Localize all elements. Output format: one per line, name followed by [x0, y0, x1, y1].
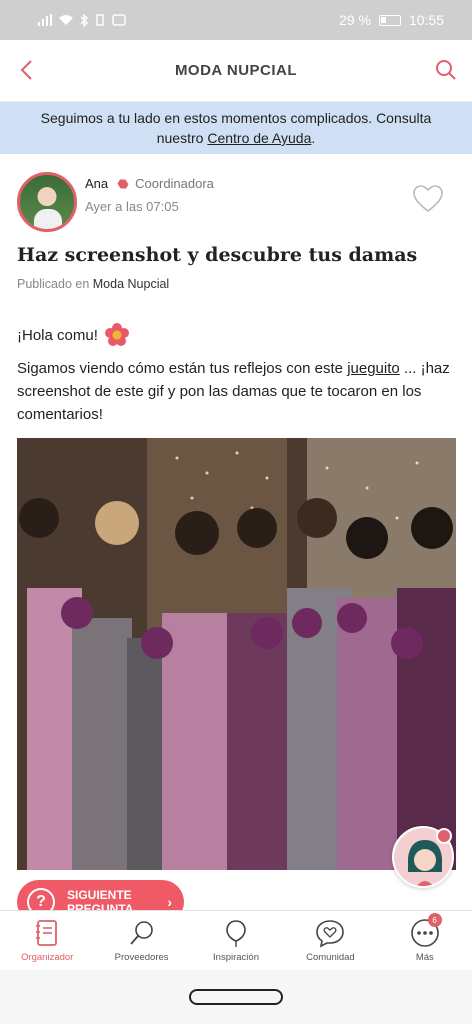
body-text: Sigamos viendo cómo están tus reflejos c…: [17, 360, 348, 377]
next-question-button[interactable]: ? SIGUIENTE PREGUNTA ›: [17, 880, 184, 910]
assistant-notification-dot: [436, 828, 452, 844]
tab-label: Más: [415, 952, 434, 963]
chevron-right-icon: ›: [167, 894, 172, 910]
status-icons: [38, 13, 126, 27]
like-button[interactable]: [412, 184, 444, 214]
post-author[interactable]: Ana Coordinadora Ayer a las 07:05: [17, 172, 214, 232]
bridesmaids-photo[interactable]: [17, 438, 456, 870]
post-content: Ana Coordinadora Ayer a las 07:05 Haz sc…: [0, 154, 472, 910]
tab-inspiration[interactable]: Inspiración: [189, 911, 283, 970]
tab-label: Comunidad: [306, 952, 355, 963]
bottom-tab-bar: Organizador Proveedores Inspiración Comu…: [0, 910, 472, 970]
battery-percent: 29 %: [339, 12, 371, 28]
vendors-icon: [129, 921, 153, 945]
question-icon: ?: [27, 888, 55, 910]
post-category-line: Publicado en Moda Nupcial: [17, 277, 169, 291]
role-icon: [116, 177, 130, 191]
greeting-text: ¡Hola comu!: [17, 326, 98, 344]
banner-text-end: .: [311, 130, 316, 146]
vibrate-icon: [96, 14, 104, 26]
tab-label: Proveedores: [114, 952, 169, 963]
next-question-line1: SIGUIENTE: [67, 888, 132, 902]
page-title: MODA NUPCIAL: [174, 62, 298, 79]
tab-label: Organizador: [21, 952, 74, 963]
avatar[interactable]: [17, 172, 77, 232]
app-bar: MODA NUPCIAL: [0, 40, 472, 102]
search-button[interactable]: [432, 56, 460, 84]
wifi-icon: [59, 15, 73, 25]
post-greeting: ¡Hola comu!: [17, 322, 130, 348]
flower-emoji-icon: [104, 323, 129, 346]
post-body: Sigamos viendo cómo están tus reflejos c…: [17, 357, 457, 426]
tab-label: Inspiración: [213, 952, 259, 963]
chevron-left-icon: [20, 60, 32, 80]
tab-more[interactable]: 6 Más: [378, 911, 472, 970]
bluetooth-icon: [80, 13, 88, 27]
bridesmaids-illustration: [17, 438, 456, 870]
clock: 10:55: [408, 12, 444, 28]
search-icon: [436, 60, 456, 80]
inspiration-icon: [226, 920, 246, 947]
tab-community[interactable]: Comunidad: [283, 911, 377, 970]
help-center-link[interactable]: Centro de Ayuda: [207, 130, 311, 146]
battery-icon: [378, 14, 401, 26]
author-name[interactable]: Ana: [85, 176, 108, 191]
post-title: Haz screenshot y descubre tus damas: [17, 244, 418, 266]
tab-organizer[interactable]: Organizador: [0, 911, 94, 970]
signal-icon: [38, 14, 52, 26]
post-time: Ayer a las 07:05: [85, 199, 179, 214]
tab-vendors[interactable]: Proveedores: [94, 911, 188, 970]
home-indicator[interactable]: [189, 989, 283, 1005]
heart-icon: [413, 185, 443, 213]
community-icon: [316, 920, 345, 948]
system-nav-bar: [0, 970, 472, 1024]
info-banner: Seguimos a tu lado en estos momentos com…: [0, 102, 472, 154]
back-button[interactable]: [12, 56, 40, 84]
organizer-icon: [36, 920, 58, 946]
category-link[interactable]: Moda Nupcial: [93, 277, 169, 291]
published-prefix: Publicado en: [17, 277, 90, 291]
nfc-icon: [112, 14, 126, 26]
status-bar: 29 % 10:55: [0, 0, 472, 40]
jueguito-link[interactable]: jueguito: [347, 360, 400, 377]
notification-badge: 6: [427, 913, 442, 927]
author-role: Coordinadora: [135, 176, 214, 191]
next-question-line2: PREGUNTA: [67, 902, 134, 910]
